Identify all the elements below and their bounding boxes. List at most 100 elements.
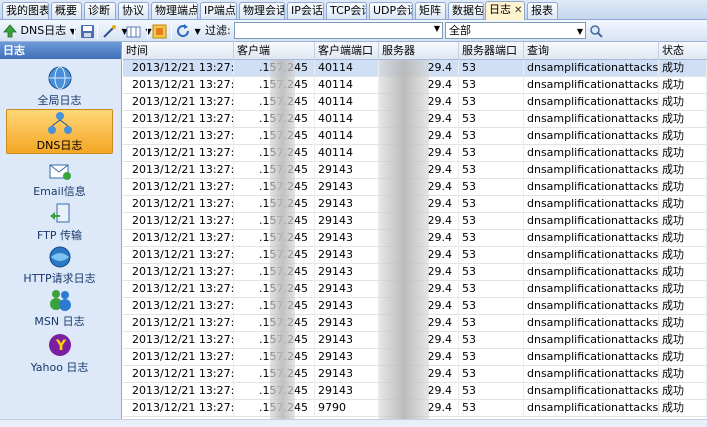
save-button[interactable] — [80, 22, 95, 40]
column-header-query[interactable]: 查询 — [524, 42, 659, 60]
cell-server-port: 53 — [459, 332, 524, 349]
cell-client-port: 29143 — [315, 383, 379, 400]
column-header-status[interactable]: 状态 — [659, 42, 707, 60]
cell-client-port: 29143 — [315, 366, 379, 383]
cell-server-port: 53 — [459, 315, 524, 332]
tab-physical-endpoint[interactable]: 物理端点 — [151, 2, 198, 19]
export-icon — [152, 24, 167, 38]
chevron-down-icon[interactable]: ▼ — [434, 24, 440, 33]
cell-query: dnsamplificationattacks.cc — [524, 332, 659, 349]
refresh-button[interactable]: ▼ — [176, 22, 201, 40]
cell-server-port: 53 — [459, 264, 524, 281]
tab-tcp-session[interactable]: TCP会话 — [326, 2, 367, 19]
view-tab-bar: 我的图表 概要 诊断 协议 物理端点 IP端点 物理会话 IP会话 TCP会话 … — [0, 0, 707, 20]
cell-time: 2013/12/21 13:27:23 — [123, 213, 234, 230]
cell-query: dnsamplificationattacks.cc — [524, 400, 659, 417]
cell-client-port: 29143 — [315, 213, 379, 230]
tab-ip-session[interactable]: IP会话 — [287, 2, 324, 19]
cell-time: 2013/12/21 13:27:23 — [123, 298, 234, 315]
cell-time: 2013/12/21 13:27:23 — [123, 60, 234, 77]
email-icon — [49, 164, 71, 180]
tab-summary[interactable]: 概要 — [51, 2, 82, 19]
cell-time: 2013/12/21 13:27:23 — [123, 111, 234, 128]
log-category-panel: 日志 全局日志 DNS日志 Email信息 FTP 传输 HTTP请求日志 MS… — [0, 42, 122, 427]
cell-status: 成功 — [659, 77, 707, 94]
cell-client-port: 40114 — [315, 145, 379, 162]
cell-client-port: 29143 — [315, 162, 379, 179]
cell-time: 2013/12/21 13:27:23 — [123, 162, 234, 179]
tab-diagnosis[interactable]: 诊断 — [84, 2, 116, 19]
tab-my-charts[interactable]: 我的图表 — [2, 2, 49, 19]
nav-item-yahoo-log[interactable]: Y Yahoo 日志 — [6, 332, 113, 376]
cell-server-port: 53 — [459, 60, 524, 77]
cell-time: 2013/12/21 13:27:23 — [123, 247, 234, 264]
cell-query: dnsamplificationattacks.cc — [524, 111, 659, 128]
chevron-down-icon[interactable]: ▼ — [577, 24, 583, 39]
toolbar-separator — [74, 23, 75, 39]
cell-query: dnsamplificationattacks.cc — [524, 383, 659, 400]
column-header-client-port[interactable]: 客户端端口 — [315, 42, 379, 60]
tab-physical-session[interactable]: 物理会话 — [239, 2, 285, 19]
search-icon — [590, 24, 603, 38]
toolbar-separator — [171, 23, 172, 39]
horizontal-scrollbar[interactable] — [0, 419, 707, 427]
cell-query: dnsamplificationattacks.cc — [524, 179, 659, 196]
panel-header: 日志 — [0, 42, 121, 59]
cell-query: dnsamplificationattacks.cc — [524, 298, 659, 315]
cell-query: dnsamplificationattacks.cc — [524, 145, 659, 162]
nav-item-msn-log[interactable]: MSN 日志 — [6, 288, 113, 330]
globe-icon — [48, 66, 71, 90]
cell-server-port: 53 — [459, 349, 524, 366]
scope-select[interactable]: 全部 ▼ — [445, 22, 586, 39]
tab-protocol[interactable]: 协议 — [118, 2, 149, 19]
export-button[interactable] — [152, 22, 167, 40]
cell-status: 成功 — [659, 247, 707, 264]
cell-client-port: 29143 — [315, 196, 379, 213]
filter-tool-button[interactable]: ▼ — [102, 22, 128, 40]
tab-log[interactable]: 日志 ✕ — [485, 1, 525, 20]
filter-input[interactable]: ▼ — [234, 22, 443, 39]
cell-status: 成功 — [659, 162, 707, 179]
tab-udp-session[interactable]: UDP会话 — [369, 2, 413, 19]
cell-client-port: 29143 — [315, 247, 379, 264]
column-header-server[interactable]: 服务器 — [379, 42, 459, 60]
cell-status: 成功 — [659, 349, 707, 366]
cell-status: 成功 — [659, 60, 707, 77]
cell-time: 2013/12/21 13:27:23 — [123, 281, 234, 298]
nav-item-email[interactable]: Email信息 — [6, 160, 113, 198]
cell-client-port: 40114 — [315, 111, 379, 128]
search-button[interactable] — [589, 22, 604, 40]
cell-server-port: 53 — [459, 281, 524, 298]
close-tab-icon[interactable]: ✕ — [514, 3, 522, 18]
column-header-server-port[interactable]: 服务器端口 — [459, 42, 524, 60]
tab-packets[interactable]: 数据包 — [448, 2, 484, 19]
tab-report[interactable]: 报表 — [527, 2, 558, 19]
cell-client-port: 29143 — [315, 264, 379, 281]
cell-time: 2013/12/21 13:27:23 — [123, 315, 234, 332]
tab-ip-endpoint[interactable]: IP端点 — [200, 2, 237, 19]
nav-item-http-log[interactable]: HTTP请求日志 — [6, 245, 113, 287]
tab-matrix[interactable]: 矩阵 — [415, 2, 446, 19]
msn-icon — [49, 290, 71, 311]
column-header-time[interactable]: 时间 — [123, 42, 234, 60]
cell-server-port: 53 — [459, 247, 524, 264]
cell-status: 成功 — [659, 213, 707, 230]
nav-item-global-log[interactable]: 全局日志 — [6, 65, 113, 109]
cell-client-port: 29143 — [315, 332, 379, 349]
cell-query: dnsamplificationattacks.cc — [524, 247, 659, 264]
nav-item-dns-log[interactable]: DNS日志 — [6, 109, 113, 154]
cell-time: 2013/12/21 13:27:23 — [123, 179, 234, 196]
columns-icon — [126, 26, 141, 37]
filter-label: 过滤: — [205, 24, 231, 37]
log-selector-button[interactable]: DNS日志 ▼ — [3, 22, 76, 40]
redaction-mask — [270, 60, 295, 427]
cell-status: 成功 — [659, 230, 707, 247]
cell-client-port: 29143 — [315, 315, 379, 332]
cell-server-port: 53 — [459, 366, 524, 383]
cell-time: 2013/12/21 13:27:23 — [123, 349, 234, 366]
cell-server-port: 53 — [459, 128, 524, 145]
cell-query: dnsamplificationattacks.cc — [524, 77, 659, 94]
nav-item-ftp[interactable]: FTP 传输 — [6, 202, 113, 242]
cell-query: dnsamplificationattacks.cc — [524, 162, 659, 179]
column-header-client[interactable]: 客户端 — [234, 42, 315, 60]
